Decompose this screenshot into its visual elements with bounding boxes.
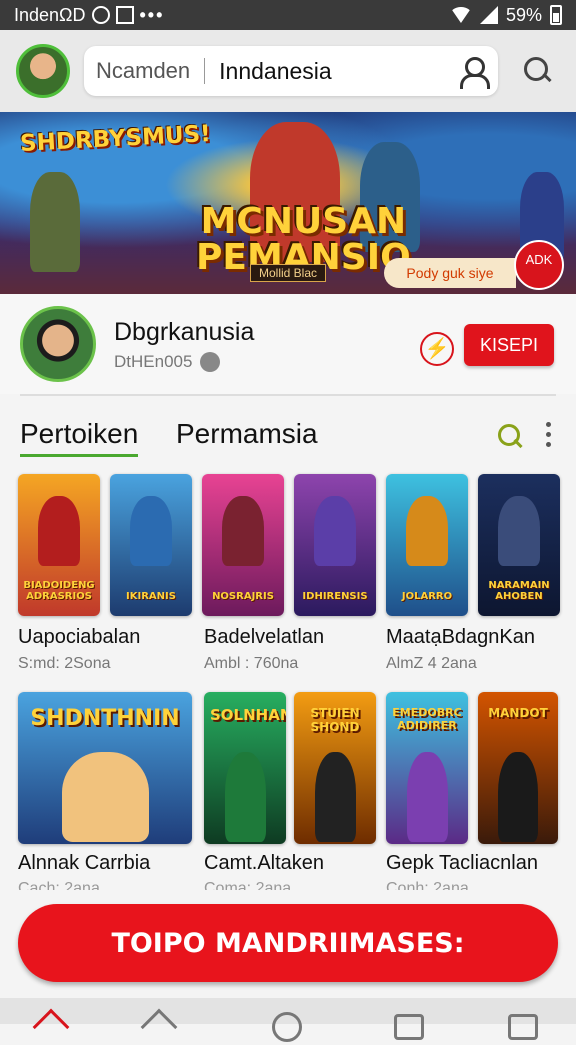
card-character	[498, 752, 538, 842]
battery-icon	[550, 5, 562, 25]
search-bar[interactable]: Ncamden Inndanesia	[84, 46, 498, 96]
card-caption: MANDOT	[488, 706, 548, 720]
game-card-large[interactable]: SOLNHAN	[204, 692, 286, 844]
game-card[interactable]: NOSRAJRIS	[202, 474, 284, 616]
bolt-icon[interactable]: ⚡	[420, 332, 454, 366]
card-caption: IKIRANIS	[126, 591, 176, 602]
card-character	[407, 752, 448, 842]
tab-permamsia[interactable]: Permamsia	[176, 418, 318, 454]
card-character	[225, 752, 266, 842]
profile-avatar[interactable]	[20, 306, 96, 382]
list-item[interactable]: Uapociabalan S:md: 2Sona	[18, 626, 140, 673]
item-title: MaatạBdagnKan	[386, 626, 536, 648]
list-item[interactable]: Badelvelatlan Ambl : 760na	[204, 626, 324, 673]
tab-bar: Pertoiken Permamsia	[0, 410, 576, 466]
search-divider	[204, 58, 206, 84]
item-subtitle-row2: Conh: 2ana	[386, 880, 469, 890]
verified-icon	[200, 352, 221, 372]
item-subtitle: AlmZ 4 2ana	[386, 655, 477, 672]
tab-pertoiken[interactable]: Pertoiken	[20, 418, 139, 457]
banner-badge[interactable]: ADK	[514, 240, 564, 290]
card-caption: EMEDOBRC ADIDIRER	[392, 706, 462, 732]
carrier-label: IndenΩD	[14, 4, 86, 25]
item-subtitle: S:md: 2Sona	[18, 655, 111, 672]
banner-subtitle: Mollid Blac	[250, 264, 327, 282]
item-title: Badelvelatlan	[204, 626, 325, 648]
banner-title-line1: MCNUSAN	[200, 201, 407, 242]
banner-cta[interactable]: Pody guk siye	[384, 258, 516, 288]
profile-nav-icon[interactable]	[272, 1012, 302, 1042]
card-caption: NARAMAIN AHOBEN	[488, 580, 550, 602]
game-card[interactable]: JOLARRO	[386, 474, 468, 616]
search-input[interactable]: Inndanesia	[219, 58, 332, 85]
profile-card: Dbgrkanusia DtHEn005 ⚡ KISEPI	[0, 294, 576, 394]
profile-handle-row: DtHEn005	[114, 352, 221, 372]
item-title-row2[interactable]: Alnnak Carrbia	[18, 852, 150, 875]
card-character	[498, 496, 540, 566]
section-divider	[20, 394, 556, 396]
card-character	[406, 496, 448, 566]
cta-area: TOIPO MANDRIIMASES:	[0, 890, 576, 998]
game-card-large[interactable]: STUIEN SHOND	[294, 692, 376, 844]
primary-cta-button[interactable]: TOIPO MANDRIIMASES:	[18, 904, 558, 982]
item-title: Uapociabalan	[18, 626, 141, 648]
card-caption: SOLNHAN	[210, 706, 286, 724]
more-options-icon[interactable]	[546, 422, 552, 450]
battery-label: 59%	[505, 4, 542, 25]
card-character	[38, 496, 80, 566]
card-character	[222, 496, 264, 566]
more-notifications-icon: •••	[139, 4, 165, 25]
item-subtitle: Ambl : 760na	[204, 655, 299, 672]
item-subtitle-row2: Coma: 2ana	[204, 880, 292, 890]
search-location[interactable]: Ncamden	[96, 58, 190, 84]
card-character	[130, 496, 172, 566]
game-grid-row1: BIADOIDENG ADRASRIOS IKIRANIS NOSRAJRIS IDH…	[18, 474, 560, 616]
card-caption: IDHIRENSIS	[302, 591, 368, 602]
card-caption: SHDNTHNIN	[30, 706, 180, 731]
card-caption: BIADOIDENG ADRASRIOS	[23, 580, 95, 602]
item-title-row2[interactable]: Gepk Tacliacnlan	[386, 852, 538, 875]
library-icon[interactable]	[394, 1014, 424, 1040]
person-icon[interactable]	[458, 57, 490, 89]
messages-icon[interactable]	[508, 1014, 538, 1040]
game-card[interactable]: BIADOIDENG ADRASRIOS	[18, 474, 100, 616]
card-character	[314, 496, 356, 566]
profile-handle: DtHEn005	[114, 352, 193, 371]
bottom-navigation	[0, 998, 576, 1045]
item-subtitle-row2: Cach: 2ana	[18, 880, 100, 890]
notification-icon	[115, 6, 134, 24]
card-caption: STUIEN SHOND	[310, 706, 360, 734]
game-card-large[interactable]: SHDNTHNIN	[18, 692, 192, 844]
list-item[interactable]: MaatạBdagnKan AlmZ 4 2ana	[386, 626, 535, 673]
profile-name: Dbgrkanusia	[114, 318, 255, 346]
follow-button[interactable]: KISEPI	[464, 324, 554, 366]
clock-icon	[91, 6, 110, 24]
wifi-icon	[449, 7, 472, 23]
user-avatar[interactable]	[16, 44, 70, 98]
status-bar: IndenΩD ••• 59%	[0, 0, 576, 30]
game-card[interactable]: NARAMAIN AHOBEN	[478, 474, 560, 616]
game-card-large[interactable]: EMEDOBRC ADIDIRER	[386, 692, 468, 844]
card-character	[315, 752, 356, 842]
search-icon[interactable]	[524, 57, 552, 85]
card-caption: NOSRAJRIS	[212, 591, 274, 602]
tab-search-icon[interactable]	[498, 424, 524, 450]
banner-small-title: SHDRBYSMUS!	[19, 121, 212, 157]
game-grid-row2: SHDNTHNIN SOLNHAN STUIEN SHOND EMEDOBRC ADI…	[18, 692, 558, 844]
top-app-bar: Ncamden Inndanesia	[0, 30, 576, 112]
banner-figure-left	[30, 172, 80, 272]
game-card-large[interactable]: MANDOT	[478, 692, 558, 844]
item-title-row2[interactable]: Camt.Altaken	[204, 852, 324, 875]
explore-icon[interactable]	[140, 1008, 178, 1045]
signal-icon	[479, 6, 498, 24]
card-character	[62, 752, 149, 842]
card-caption: JOLARRO	[401, 591, 453, 602]
promo-banner[interactable]: SHDRBYSMUS! MCNUSAN PEMANSIO Mollid Blac…	[0, 112, 576, 294]
home-icon[interactable]	[32, 1008, 70, 1045]
game-card[interactable]: IKIRANIS	[110, 474, 192, 616]
game-card[interactable]: IDHIRENSIS	[294, 474, 376, 616]
